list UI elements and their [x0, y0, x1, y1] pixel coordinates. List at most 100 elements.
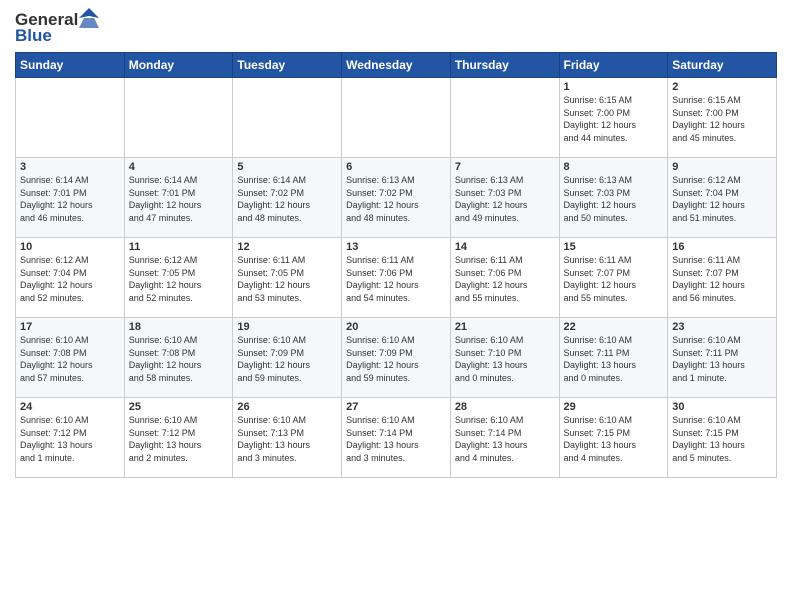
day-cell: 2Sunrise: 6:15 AM Sunset: 7:00 PM Daylig… [668, 78, 777, 158]
day-cell: 24Sunrise: 6:10 AM Sunset: 7:12 PM Dayli… [16, 398, 125, 478]
day-number: 16 [672, 241, 772, 253]
day-info: Sunrise: 6:10 AM Sunset: 7:08 PM Dayligh… [20, 334, 120, 384]
day-cell: 17Sunrise: 6:10 AM Sunset: 7:08 PM Dayli… [16, 318, 125, 398]
day-info: Sunrise: 6:14 AM Sunset: 7:01 PM Dayligh… [20, 174, 120, 224]
day-info: Sunrise: 6:13 AM Sunset: 7:02 PM Dayligh… [346, 174, 446, 224]
day-cell: 29Sunrise: 6:10 AM Sunset: 7:15 PM Dayli… [559, 398, 668, 478]
week-row-2: 10Sunrise: 6:12 AM Sunset: 7:04 PM Dayli… [16, 238, 777, 318]
day-cell: 11Sunrise: 6:12 AM Sunset: 7:05 PM Dayli… [124, 238, 233, 318]
day-info: Sunrise: 6:10 AM Sunset: 7:12 PM Dayligh… [20, 414, 120, 464]
day-cell: 20Sunrise: 6:10 AM Sunset: 7:09 PM Dayli… [342, 318, 451, 398]
logo-icon [79, 8, 99, 28]
day-number: 18 [129, 321, 229, 333]
day-number: 2 [672, 81, 772, 93]
day-info: Sunrise: 6:13 AM Sunset: 7:03 PM Dayligh… [455, 174, 555, 224]
day-info: Sunrise: 6:10 AM Sunset: 7:11 PM Dayligh… [564, 334, 664, 384]
day-info: Sunrise: 6:12 AM Sunset: 7:05 PM Dayligh… [129, 254, 229, 304]
day-header-wednesday: Wednesday [342, 53, 451, 78]
day-number: 19 [237, 321, 337, 333]
day-info: Sunrise: 6:10 AM Sunset: 7:08 PM Dayligh… [129, 334, 229, 384]
day-info: Sunrise: 6:10 AM Sunset: 7:15 PM Dayligh… [564, 414, 664, 464]
day-number: 29 [564, 401, 664, 413]
day-info: Sunrise: 6:11 AM Sunset: 7:05 PM Dayligh… [237, 254, 337, 304]
calendar-table: SundayMondayTuesdayWednesdayThursdayFrid… [15, 52, 777, 478]
day-header-monday: Monday [124, 53, 233, 78]
day-info: Sunrise: 6:10 AM Sunset: 7:10 PM Dayligh… [455, 334, 555, 384]
day-cell: 5Sunrise: 6:14 AM Sunset: 7:02 PM Daylig… [233, 158, 342, 238]
day-info: Sunrise: 6:10 AM Sunset: 7:12 PM Dayligh… [129, 414, 229, 464]
day-cell: 15Sunrise: 6:11 AM Sunset: 7:07 PM Dayli… [559, 238, 668, 318]
day-info: Sunrise: 6:11 AM Sunset: 7:07 PM Dayligh… [672, 254, 772, 304]
day-number: 15 [564, 241, 664, 253]
day-cell: 10Sunrise: 6:12 AM Sunset: 7:04 PM Dayli… [16, 238, 125, 318]
week-row-4: 24Sunrise: 6:10 AM Sunset: 7:12 PM Dayli… [16, 398, 777, 478]
day-cell: 8Sunrise: 6:13 AM Sunset: 7:03 PM Daylig… [559, 158, 668, 238]
day-number: 4 [129, 161, 229, 173]
day-cell: 12Sunrise: 6:11 AM Sunset: 7:05 PM Dayli… [233, 238, 342, 318]
day-number: 17 [20, 321, 120, 333]
day-info: Sunrise: 6:10 AM Sunset: 7:09 PM Dayligh… [237, 334, 337, 384]
day-cell [342, 78, 451, 158]
day-info: Sunrise: 6:11 AM Sunset: 7:06 PM Dayligh… [455, 254, 555, 304]
week-row-0: 1 Sunrise: 6:15 AM Sunset: 7:00 PM Daylig… [16, 78, 777, 158]
day-cell [124, 78, 233, 158]
day-number: 14 [455, 241, 555, 253]
day-cell: 27Sunrise: 6:10 AM Sunset: 7:14 PM Dayli… [342, 398, 451, 478]
day-info: Sunrise: 6:10 AM Sunset: 7:15 PM Dayligh… [672, 414, 772, 464]
day-number: 23 [672, 321, 772, 333]
day-number: 21 [455, 321, 555, 333]
day-cell [450, 78, 559, 158]
day-cell: 7Sunrise: 6:13 AM Sunset: 7:03 PM Daylig… [450, 158, 559, 238]
day-number: 13 [346, 241, 446, 253]
day-cell: 22Sunrise: 6:10 AM Sunset: 7:11 PM Dayli… [559, 318, 668, 398]
day-number: 12 [237, 241, 337, 253]
day-header-tuesday: Tuesday [233, 53, 342, 78]
day-header-sunday: Sunday [16, 53, 125, 78]
day-cell: 30Sunrise: 6:10 AM Sunset: 7:15 PM Dayli… [668, 398, 777, 478]
day-cell: 3Sunrise: 6:14 AM Sunset: 7:01 PM Daylig… [16, 158, 125, 238]
day-cell: 18Sunrise: 6:10 AM Sunset: 7:08 PM Dayli… [124, 318, 233, 398]
header-row: SundayMondayTuesdayWednesdayThursdayFrid… [16, 53, 777, 78]
day-number: 10 [20, 241, 120, 253]
day-cell: 19Sunrise: 6:10 AM Sunset: 7:09 PM Dayli… [233, 318, 342, 398]
day-cell: 28Sunrise: 6:10 AM Sunset: 7:14 PM Dayli… [450, 398, 559, 478]
day-number: 24 [20, 401, 120, 413]
day-number: 7 [455, 161, 555, 173]
day-cell: 6Sunrise: 6:13 AM Sunset: 7:02 PM Daylig… [342, 158, 451, 238]
day-info: Sunrise: 6:12 AM Sunset: 7:04 PM Dayligh… [20, 254, 120, 304]
day-number: 6 [346, 161, 446, 173]
day-info: Sunrise: 6:13 AM Sunset: 7:03 PM Dayligh… [564, 174, 664, 224]
week-row-1: 3Sunrise: 6:14 AM Sunset: 7:01 PM Daylig… [16, 158, 777, 238]
day-number: 25 [129, 401, 229, 413]
day-header-saturday: Saturday [668, 53, 777, 78]
day-info: Sunrise: 6:10 AM Sunset: 7:14 PM Dayligh… [455, 414, 555, 464]
day-header-friday: Friday [559, 53, 668, 78]
day-cell: 25Sunrise: 6:10 AM Sunset: 7:12 PM Dayli… [124, 398, 233, 478]
day-cell: 26Sunrise: 6:10 AM Sunset: 7:13 PM Dayli… [233, 398, 342, 478]
day-header-thursday: Thursday [450, 53, 559, 78]
logo: General Blue [15, 10, 99, 46]
day-cell [233, 78, 342, 158]
day-info: Sunrise: 6:15 AM Sunset: 7:00 PM Dayligh… [672, 94, 772, 144]
week-row-3: 17Sunrise: 6:10 AM Sunset: 7:08 PM Dayli… [16, 318, 777, 398]
day-cell: 9Sunrise: 6:12 AM Sunset: 7:04 PM Daylig… [668, 158, 777, 238]
day-info: Sunrise: 6:10 AM Sunset: 7:09 PM Dayligh… [346, 334, 446, 384]
day-number: 27 [346, 401, 446, 413]
day-number: 28 [455, 401, 555, 413]
day-info: Sunrise: 6:10 AM Sunset: 7:11 PM Dayligh… [672, 334, 772, 384]
day-info: Sunrise: 6:10 AM Sunset: 7:14 PM Dayligh… [346, 414, 446, 464]
day-number: 1 [564, 81, 664, 93]
day-number: 3 [20, 161, 120, 173]
day-info: Sunrise: 6:10 AM Sunset: 7:13 PM Dayligh… [237, 414, 337, 464]
day-number: 11 [129, 241, 229, 253]
day-number: 30 [672, 401, 772, 413]
day-number: 5 [237, 161, 337, 173]
day-cell: 21Sunrise: 6:10 AM Sunset: 7:10 PM Dayli… [450, 318, 559, 398]
page: General Blue SundayMondayTuesdayWednesda… [0, 0, 792, 488]
day-number: 22 [564, 321, 664, 333]
day-info: Sunrise: 6:11 AM Sunset: 7:06 PM Dayligh… [346, 254, 446, 304]
day-cell: 16Sunrise: 6:11 AM Sunset: 7:07 PM Dayli… [668, 238, 777, 318]
day-cell [16, 78, 125, 158]
day-number: 20 [346, 321, 446, 333]
day-info: Sunrise: 6:11 AM Sunset: 7:07 PM Dayligh… [564, 254, 664, 304]
